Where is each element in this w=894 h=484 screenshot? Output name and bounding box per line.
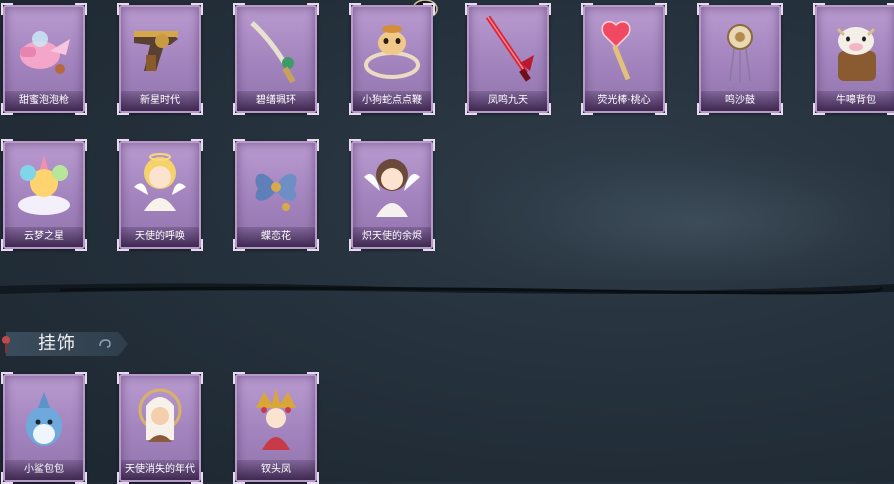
item-label: 凤鸣九天 xyxy=(469,91,547,111)
item-label: 碧缮珮环 xyxy=(237,91,315,111)
item-card[interactable]: 碧缮珮环 xyxy=(233,3,319,115)
item-label: 炽天使的余烬 xyxy=(353,227,431,247)
item-card[interactable]: 小狗蛇点点鞭 xyxy=(349,3,435,115)
dog-whip-icon xyxy=(364,25,420,79)
item-label: 钗头凤 xyxy=(237,460,315,480)
brush-divider xyxy=(0,283,894,295)
item-card[interactable]: 炽天使的余烬 xyxy=(349,139,435,251)
item-label: 小狗蛇点点鞭 xyxy=(353,91,431,111)
item-card[interactable]: 牛嗥背包 xyxy=(813,3,894,115)
bubble-gun-icon xyxy=(20,31,70,74)
item-label: 甜蜜泡泡枪 xyxy=(5,91,83,111)
butterfly-flower-icon xyxy=(255,173,297,211)
heart-wand-icon xyxy=(601,21,631,81)
revolver-icon xyxy=(134,31,178,71)
item-label: 牛嗥背包 xyxy=(817,91,894,111)
item-label: 天使消失的年代 xyxy=(121,460,199,480)
item-label: 天使的呼唤 xyxy=(121,227,199,247)
item-card[interactable]: 蝶恋花 xyxy=(233,139,319,251)
item-card[interactable]: 天使消失的年代 xyxy=(117,372,203,484)
game-inventory-screen: 甜蜜泡泡枪 新星时代 碧缮珮环 小狗蛇点点鞭 凤鸣九天 荧光棒·桃心 鸣沙鼓 牛… xyxy=(0,0,894,484)
item-card[interactable]: 天使的呼唤 xyxy=(117,139,203,251)
swirl-ornament-icon xyxy=(99,339,111,348)
item-label: 小鲨包包 xyxy=(5,460,83,480)
pin-icon xyxy=(2,336,10,353)
section-title: 挂饰 xyxy=(38,333,76,354)
item-label: 蝶恋花 xyxy=(237,227,315,247)
item-label: 荧光棒·桃心 xyxy=(585,91,663,111)
phoenix-blade-icon xyxy=(485,15,534,82)
item-card[interactable]: 新星时代 xyxy=(117,3,203,115)
background-mist xyxy=(470,150,890,280)
cow-backpack-icon xyxy=(836,27,876,81)
item-label: 新星时代 xyxy=(121,91,199,111)
item-label: 鸣沙鼓 xyxy=(701,91,779,111)
angel-doll-icon xyxy=(134,153,186,211)
item-card[interactable]: 钗头凤 xyxy=(233,372,319,484)
item-card[interactable]: 甜蜜泡泡枪 xyxy=(1,3,87,115)
seraph-doll-icon xyxy=(364,159,420,217)
item-card[interactable]: 凤鸣九天 xyxy=(465,3,551,115)
cloud-unicorn-icon xyxy=(18,155,70,215)
shark-charm-icon xyxy=(26,392,62,446)
item-card[interactable]: 鸣沙鼓 xyxy=(697,3,783,115)
item-card[interactable]: 小鲨包包 xyxy=(1,372,87,484)
item-card[interactable]: 云梦之星 xyxy=(1,139,87,251)
jade-sword-icon xyxy=(250,21,296,84)
veiled-angel-icon xyxy=(138,388,182,442)
item-label: 云梦之星 xyxy=(5,227,83,247)
item-card[interactable]: 荧光棒·桃心 xyxy=(581,3,667,115)
section-header: 挂饰 xyxy=(0,328,130,358)
phoenix-crown-icon xyxy=(256,388,296,450)
sand-drum-icon xyxy=(727,24,753,83)
